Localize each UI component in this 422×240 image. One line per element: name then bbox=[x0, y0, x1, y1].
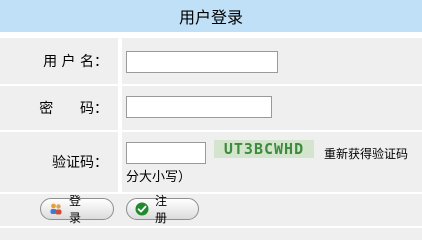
captcha-row: 验证码： UT3BCWHD 重新获得验证码 分大小写） bbox=[0, 132, 422, 192]
username-row: 用 户 名： bbox=[0, 38, 422, 84]
login-title-bar: 用户登录 bbox=[0, 0, 422, 32]
captcha-input[interactable] bbox=[126, 142, 206, 164]
check-circle-icon bbox=[135, 202, 149, 216]
register-button-label: 注 册 bbox=[155, 194, 171, 225]
username-input[interactable] bbox=[126, 51, 278, 73]
password-value-cell bbox=[122, 86, 422, 130]
refresh-captcha-link[interactable]: 重新获得验证码 bbox=[324, 145, 408, 162]
captcha-label: 验证码： bbox=[52, 155, 108, 171]
captcha-label-cell: 验证码： bbox=[0, 132, 118, 192]
login-button[interactable]: 登 录 bbox=[40, 194, 114, 225]
username-label-cell: 用 户 名： bbox=[0, 38, 118, 84]
users-icon bbox=[49, 202, 63, 216]
register-button[interactable]: 注 册 bbox=[126, 194, 199, 225]
footer-strip bbox=[0, 228, 422, 240]
username-value-cell bbox=[122, 38, 422, 84]
actions-row: 登 录 注 册 bbox=[0, 194, 422, 226]
case-sensitivity-hint: 分大小写） bbox=[126, 170, 192, 185]
password-row: 密 码： bbox=[0, 86, 422, 130]
page-title: 用户登录 bbox=[178, 8, 243, 27]
username-label: 用 户 名： bbox=[43, 54, 108, 70]
login-form: 用 户 名： 密 码： 验证码： UT3BCWHD 重新获得验证码 分大小写） bbox=[0, 36, 422, 240]
password-label: 密 码： bbox=[39, 101, 108, 117]
password-input[interactable] bbox=[126, 96, 272, 118]
footer-cell bbox=[0, 228, 422, 240]
captcha-image[interactable]: UT3BCWHD bbox=[214, 140, 314, 158]
captcha-value-cell: UT3BCWHD 重新获得验证码 分大小写） bbox=[122, 132, 422, 192]
login-button-label: 登 录 bbox=[69, 194, 85, 225]
password-label-cell: 密 码： bbox=[0, 86, 118, 130]
actions-cell: 登 录 注 册 bbox=[0, 194, 422, 226]
